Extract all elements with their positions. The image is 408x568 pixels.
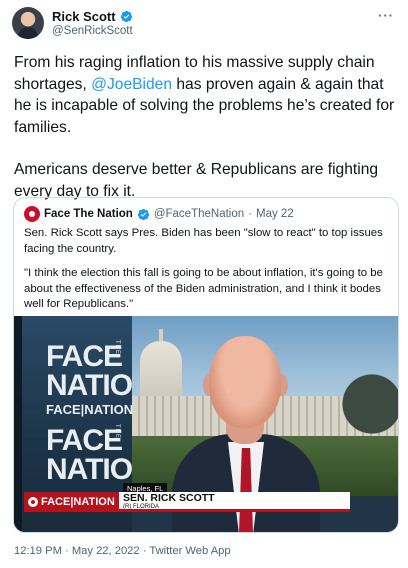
lower-third-subtitle: (R) FLORIDA — [123, 504, 159, 510]
verified-badge-icon — [120, 10, 132, 23]
brand-text-the-1: THE — [114, 340, 120, 355]
lower-third-name: SEN. RICK SCOTT — [123, 492, 215, 504]
verified-badge-icon — [137, 208, 150, 220]
tweet-paragraph-1: From his raging inflation to his massive… — [14, 52, 400, 138]
author-handle[interactable]: @SenRickScott — [52, 25, 133, 37]
quoted-separator: · — [248, 208, 252, 220]
mention-link[interactable]: @JoeBiden — [91, 76, 172, 93]
quoted-media-image[interactable]: FACE THE NATION FACE|NATION FACE THE NAT… — [14, 316, 398, 532]
quoted-tweet-body: Sen. Rick Scott says Pres. Biden has bee… — [24, 226, 390, 322]
more-horizontal-icon[interactable]: ··· — [378, 8, 394, 23]
lower-third-logo: FACE|NATION — [24, 492, 119, 512]
cbs-logo-icon — [24, 206, 40, 222]
quoted-tweet-header: Face The Nation @FaceTheNation · May 22 — [24, 206, 294, 222]
tweet-card: Rick Scott @SenRickScott ··· From his ra… — [0, 0, 408, 568]
brand-text-face-1: FACE — [46, 340, 123, 373]
avatar[interactable] — [12, 7, 44, 39]
quoted-paragraph-1: Sen. Rick Scott says Pres. Biden has bee… — [24, 227, 383, 255]
brand-text-the-2: THE — [114, 424, 120, 439]
quoted-author-handle[interactable]: @FaceTheNation — [154, 208, 244, 220]
person-head — [209, 336, 281, 428]
quoted-tweet[interactable]: Face The Nation @FaceTheNation · May 22 … — [13, 197, 399, 533]
background-blur — [330, 356, 398, 476]
author-name-row: Rick Scott — [52, 9, 133, 24]
brand-text-small: FACE|NATION — [46, 402, 134, 417]
tweet-paragraph-2: Americans deserve better & Republicans a… — [14, 161, 379, 200]
lower-third-name-box: SEN. RICK SCOTT (R) FLORIDA — [119, 492, 350, 512]
quoted-paragraph-2: "I think the election this fall is going… — [24, 267, 383, 310]
lower-third-logo-text: FACE|NATION — [41, 496, 115, 508]
brand-text-face-2: FACE — [46, 424, 123, 457]
author-display-name[interactable]: Rick Scott — [52, 9, 116, 24]
cbs-eye-icon — [28, 497, 38, 507]
quoted-date[interactable]: May 22 — [256, 208, 294, 220]
lower-third: FACE|NATION SEN. RICK SCOTT (R) FLORIDA — [24, 492, 350, 512]
quoted-author-name[interactable]: Face The Nation — [44, 208, 133, 220]
tweet-timestamp[interactable]: 12:19 PM · May 22, 2022 · Twitter Web Ap… — [14, 545, 231, 557]
